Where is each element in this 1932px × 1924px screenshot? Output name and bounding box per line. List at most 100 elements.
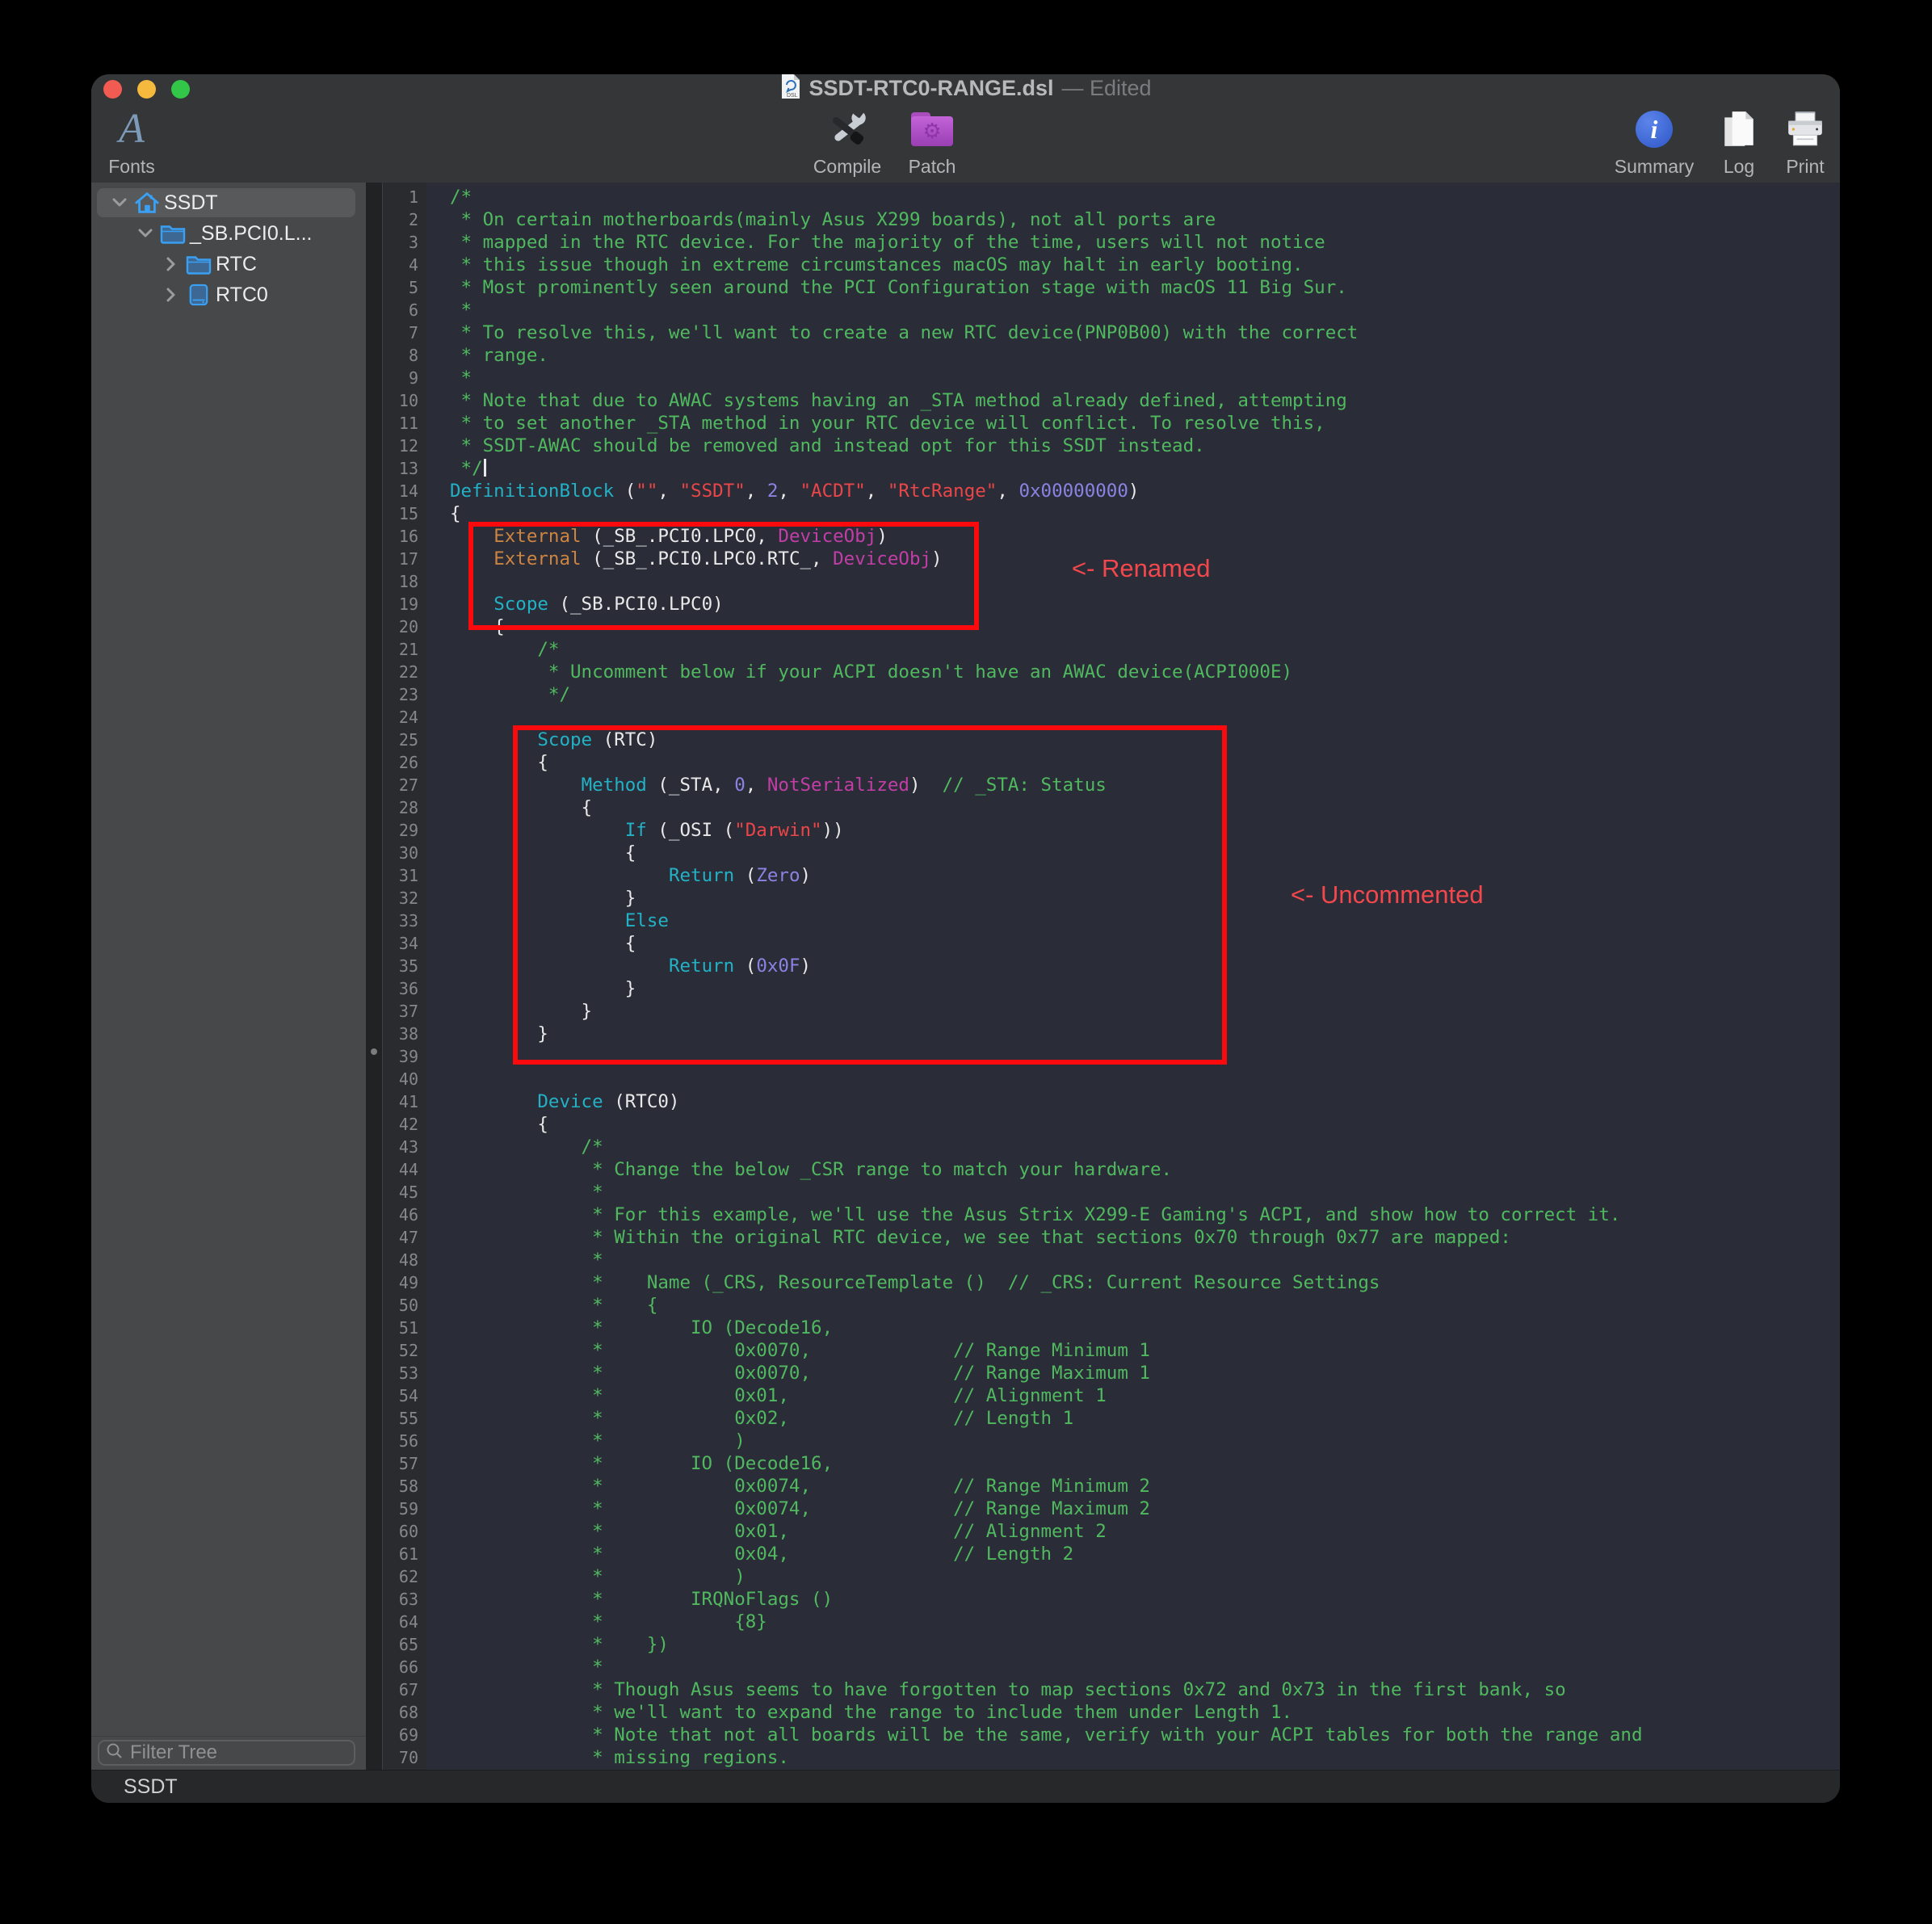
- chevron-down-icon[interactable]: [135, 228, 156, 239]
- summary-button[interactable]: i Summary: [1614, 103, 1695, 178]
- line-number: 64: [382, 1611, 426, 1633]
- code-line: 55 * 0x02, // Length 1: [382, 1407, 1840, 1430]
- info-icon: i: [1636, 104, 1673, 154]
- code-line-text: [426, 570, 450, 593]
- chevron-down-icon[interactable]: [109, 197, 130, 208]
- code-line: 12 * SSDT-AWAC should be removed and ins…: [382, 435, 1840, 457]
- code-line: 50 * {: [382, 1294, 1840, 1317]
- log-button[interactable]: Log: [1703, 103, 1775, 178]
- line-number: 54: [382, 1384, 426, 1407]
- sidebar-item-rtc[interactable]: RTC: [91, 249, 366, 279]
- code-line-text: * SSDT-AWAC should be removed and instea…: [426, 435, 1205, 457]
- main-area: SSDT_SB.PCI0.L...RTCRTC0 Filter Tree 1: [91, 183, 1840, 1771]
- line-number: 48: [382, 1249, 426, 1271]
- code-line: 38 }: [382, 1023, 1840, 1045]
- compile-button[interactable]: Compile: [811, 103, 884, 178]
- code-line: 64 * {8}: [382, 1611, 1840, 1633]
- line-number: 62: [382, 1565, 426, 1588]
- code-line: 67 * Though Asus seems to have forgotten…: [382, 1678, 1840, 1701]
- line-number: 28: [382, 796, 426, 819]
- code-line: 9 *: [382, 367, 1840, 389]
- print-button[interactable]: Print: [1769, 103, 1840, 178]
- code-line: 3 * mapped in the RTC device. For the ma…: [382, 231, 1840, 254]
- code-line-text: * 0x0070, // Range Maximum 1: [426, 1362, 1150, 1384]
- code-line-text: * 0x0074, // Range Maximum 2: [426, 1498, 1150, 1520]
- code-line: 20 {: [382, 615, 1840, 638]
- line-number: 60: [382, 1520, 426, 1543]
- line-number: 52: [382, 1339, 426, 1362]
- line-number: 22: [382, 661, 426, 683]
- code-line: 54 * 0x01, // Alignment 1: [382, 1384, 1840, 1407]
- zoom-button[interactable]: [171, 80, 190, 99]
- code-line-text: * 0x0070, // Range Minimum 1: [426, 1339, 1150, 1362]
- code-line-text: *: [426, 1656, 603, 1678]
- tree-item-label: RTC: [216, 253, 257, 276]
- line-number: 67: [382, 1678, 426, 1701]
- code-line-text: * Though Asus seems to have forgotten to…: [426, 1678, 1566, 1701]
- code-line-text: * IO (Decode16,: [426, 1317, 833, 1339]
- code-line: 28 {: [382, 796, 1840, 819]
- line-number: 68: [382, 1701, 426, 1724]
- line-number: 7: [382, 321, 426, 344]
- code-line-text: Else: [426, 909, 669, 932]
- sidebar-splitter[interactable]: [366, 183, 382, 1771]
- code-line-text: /*: [426, 1136, 603, 1158]
- line-number: 43: [382, 1136, 426, 1158]
- line-number: 55: [382, 1407, 426, 1430]
- code-line-text: Device (RTC0): [426, 1090, 679, 1113]
- editor: 1/*2 * On certain motherboards(mainly As…: [382, 183, 1840, 1771]
- code-line: 34 {: [382, 932, 1840, 955]
- code-line-text: * Name (_CRS, ResourceTemplate () // _CR…: [426, 1271, 1380, 1294]
- line-number: 30: [382, 842, 426, 864]
- code-line-text: * On certain motherboards(mainly Asus X2…: [426, 208, 1216, 231]
- sidebar-item-sb-pci0-l[interactable]: _SB.PCI0.L...: [91, 218, 366, 249]
- line-number: 40: [382, 1068, 426, 1090]
- patch-button[interactable]: ⚙ Patch: [896, 103, 968, 178]
- window-title-group: DSL SSDT-RTC0-RANGE.dsl — Edited: [779, 74, 1151, 102]
- code-area[interactable]: 1/*2 * On certain motherboards(mainly As…: [382, 183, 1840, 1769]
- code-line-text: {: [426, 932, 636, 955]
- house-icon: [130, 191, 164, 215]
- line-number: 50: [382, 1294, 426, 1317]
- sidebar-item-ssdt[interactable]: SSDT: [91, 187, 366, 218]
- code-line-text: Method (_STA, 0, NotSerialized) // _STA:…: [426, 774, 1107, 796]
- code-line-text: * 0x01, // Alignment 2: [426, 1520, 1107, 1543]
- compile-label: Compile: [813, 156, 881, 178]
- search-icon: [106, 1742, 124, 1764]
- code-line-text: }: [426, 1023, 548, 1045]
- code-line: 39: [382, 1045, 1840, 1068]
- line-number: 35: [382, 955, 426, 977]
- code-line-text: DefinitionBlock ("", "SSDT", 2, "ACDT", …: [426, 480, 1139, 502]
- code-line: 7 * To resolve this, we'll want to creat…: [382, 321, 1840, 344]
- code-line: 33 Else: [382, 909, 1840, 932]
- code-line: 53 * 0x0070, // Range Maximum 1: [382, 1362, 1840, 1384]
- line-number: 8: [382, 344, 426, 367]
- code-line-text: * }): [426, 1633, 669, 1656]
- line-number: 4: [382, 254, 426, 276]
- line-number: 34: [382, 932, 426, 955]
- fonts-button[interactable]: A Fonts: [95, 103, 168, 178]
- code-line-text: *: [426, 1181, 603, 1204]
- code-line: 51 * IO (Decode16,: [382, 1317, 1840, 1339]
- chevron-right-icon[interactable]: [161, 256, 182, 272]
- acpi-tree: SSDT_SB.PCI0.L... RTC RTC0: [91, 187, 366, 310]
- code-line: 41 Device (RTC0): [382, 1090, 1840, 1113]
- log-pages-icon: [1722, 104, 1756, 154]
- code-line: 11 * to set another _STA method in your …: [382, 412, 1840, 435]
- close-button[interactable]: [103, 80, 122, 99]
- line-number: 37: [382, 1000, 426, 1023]
- minimize-button[interactable]: [137, 80, 156, 99]
- sidebar-item-rtc0[interactable]: RTC0: [91, 279, 366, 310]
- line-number: 65: [382, 1633, 426, 1656]
- filter-tree-input[interactable]: Filter Tree: [98, 1740, 355, 1766]
- line-number: 5: [382, 276, 426, 299]
- code-line-text: * Uncomment below if your ACPI doesn't h…: [426, 661, 1292, 683]
- line-number: 42: [382, 1113, 426, 1136]
- fonts-icon: A: [119, 108, 145, 150]
- device-icon: [182, 283, 216, 307]
- code-line-text: Scope (RTC): [426, 729, 657, 751]
- code-line-text: {: [426, 751, 548, 774]
- line-number: 15: [382, 502, 426, 525]
- code-line: 59 * 0x0074, // Range Maximum 2: [382, 1498, 1840, 1520]
- chevron-right-icon[interactable]: [161, 287, 182, 303]
